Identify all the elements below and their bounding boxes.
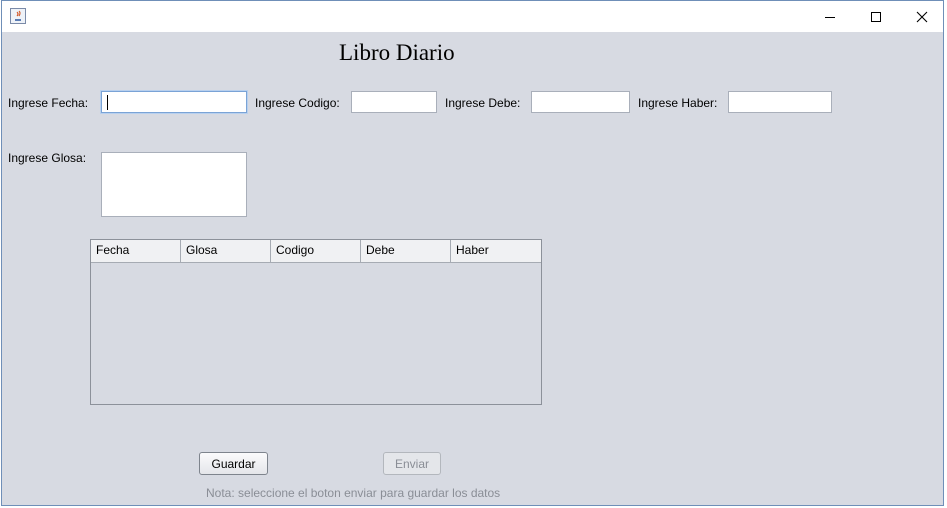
send-button[interactable]: Enviar (383, 452, 441, 475)
codigo-input[interactable] (351, 91, 437, 113)
close-button[interactable] (899, 1, 945, 32)
minimize-icon (825, 16, 835, 18)
journal-table[interactable]: Fecha Glosa Codigo Debe Haber (90, 239, 542, 405)
debe-label: Ingrese Debe: (445, 96, 521, 110)
table-body[interactable] (91, 263, 541, 405)
title-bar[interactable] (2, 1, 943, 32)
column-header-glosa[interactable]: Glosa (181, 240, 271, 262)
codigo-label: Ingrese Codigo: (255, 96, 340, 110)
haber-label: Ingrese Haber: (638, 96, 718, 110)
column-header-fecha[interactable]: Fecha (91, 240, 181, 262)
page-title: Libro Diario (339, 40, 455, 65)
close-icon (916, 11, 928, 22)
debe-input[interactable] (531, 91, 630, 113)
glosa-textarea[interactable] (101, 152, 247, 217)
glosa-label: Ingrese Glosa: (8, 151, 87, 165)
column-header-codigo[interactable]: Codigo (271, 240, 361, 262)
java-app-icon (10, 8, 26, 24)
app-window: Libro Diario Ingrese Fecha: Ingrese Codi… (1, 0, 944, 506)
maximize-button[interactable] (853, 1, 899, 32)
column-header-debe[interactable]: Debe (361, 240, 451, 262)
text-caret (107, 95, 108, 110)
fecha-label: Ingrese Fecha: (8, 96, 89, 110)
fecha-input[interactable] (101, 91, 247, 113)
note-text: Nota: seleccione el boton enviar para gu… (206, 486, 501, 500)
table-header: Fecha Glosa Codigo Debe Haber (91, 240, 541, 263)
haber-input[interactable] (728, 91, 832, 113)
save-button[interactable]: Guardar (199, 452, 268, 475)
column-header-haber[interactable]: Haber (451, 240, 541, 262)
minimize-button[interactable] (807, 1, 853, 32)
form-panel: Libro Diario Ingrese Fecha: Ingrese Codi… (2, 32, 943, 505)
maximize-icon (871, 11, 881, 22)
